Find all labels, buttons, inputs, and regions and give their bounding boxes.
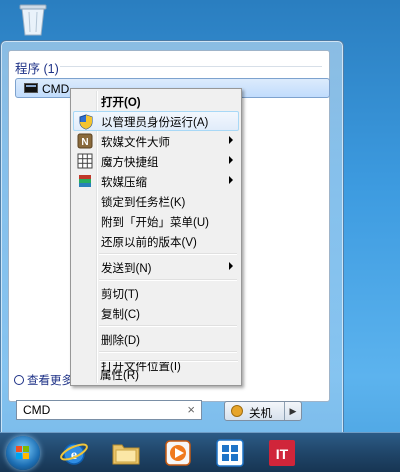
shutdown-options-arrow[interactable]: ▶ [284,402,301,420]
clear-search-icon[interactable]: × [187,402,195,417]
start-button[interactable] [6,436,40,470]
menu-item-label: 软媒压缩 [101,177,147,189]
windows-flag-icon [16,446,29,459]
see-more-results-link[interactable]: 查看更多 [14,372,73,388]
menu-item-label: 以管理员身份运行(A) [101,117,209,129]
group-header-programs: 程序 (1) [15,62,59,76]
folder-icon[interactable] [110,437,142,469]
menu-item-delete[interactable]: 删除(D) [73,329,239,349]
svg-text:N: N [81,137,88,148]
menu-separator [99,279,237,281]
menu-item-label: 剪切(T) [101,289,139,301]
uac-shield-icon [79,114,93,130]
menu-item-label: 删除(D) [101,335,140,347]
submenu-arrow-icon [229,176,233,184]
menu-separator [100,360,238,362]
menu-item-send-to[interactable]: 发送到(N) [73,257,239,277]
menu-item-label: 附到「开始」菜单(U) [101,217,209,229]
context-menu: 打开(O) 以管理员身份运行(A) N 软媒文件大师 魔方快捷组 软媒压缩 锁定… [70,88,242,386]
internet-explorer-icon[interactable]: e [58,437,90,469]
shutdown-label: 关机 [249,408,272,420]
menu-item-label: 软媒文件大师 [101,137,170,149]
submenu-arrow-icon [229,156,233,164]
windows-app-icon[interactable] [214,437,246,469]
recycle-bin-icon[interactable] [18,2,48,36]
menu-item-label: 魔方快捷组 [101,157,159,169]
shutdown-button[interactable]: 关机 ▶ [224,401,302,421]
menu-separator [99,253,237,255]
search-icon [14,375,24,385]
menu-separator [99,325,237,327]
svg-text:IT: IT [276,446,289,462]
search-input-value: CMD [23,403,51,417]
cmd-icon [24,83,38,93]
menu-item-label: 发送到(N) [101,263,152,275]
shutdown-icon [231,405,243,417]
menu-separator [99,351,237,353]
see-more-label: 查看更多 [27,375,73,387]
menu-item-open[interactable]: 打开(O) [73,91,239,111]
menu-item-file-master[interactable]: N 软媒文件大师 [73,131,239,151]
menu-item-pin-taskbar[interactable]: 锁定到任务栏(K) [73,191,239,211]
file-master-icon: N [77,133,93,149]
menu-item-label: 属性(R) [100,370,139,382]
result-item-label: CMD [42,82,70,96]
taskbar: e IT [0,432,400,472]
menu-item-run-as-admin[interactable]: 以管理员身份运行(A) [73,111,239,131]
grid-icon [77,153,93,169]
menu-item-restore-versions[interactable]: 还原以前的版本(V) [73,231,239,251]
submenu-arrow-icon [229,262,233,270]
menu-item-label: 锁定到任务栏(K) [101,197,186,209]
menu-item-label: 还原以前的版本(V) [101,237,197,249]
menu-item-quick-group[interactable]: 魔方快捷组 [73,151,239,171]
menu-item-copy[interactable]: 复制(C) [73,303,239,323]
menu-item-label: 复制(C) [101,309,140,321]
menu-item-properties[interactable]: 属性(R) [72,364,238,384]
menu-item-pin-start[interactable]: 附到「开始」菜单(U) [73,211,239,231]
menu-item-label: 打开(O) [101,97,141,109]
archive-icon [79,175,91,187]
menu-item-cut[interactable]: 剪切(T) [73,283,239,303]
menu-item-compress[interactable]: 软媒压缩 [73,171,239,191]
submenu-arrow-icon [229,136,233,144]
it-app-icon[interactable]: IT [266,437,298,469]
search-input[interactable]: CMD × [16,400,202,420]
media-player-icon[interactable] [162,437,194,469]
divider [60,66,322,67]
